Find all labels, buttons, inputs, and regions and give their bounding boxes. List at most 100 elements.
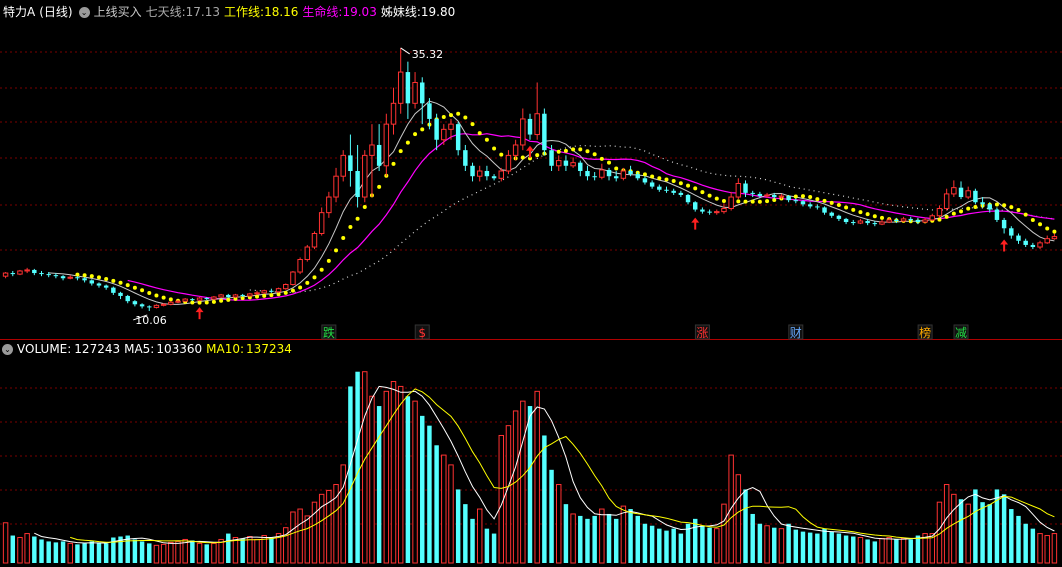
- candle-body: [1009, 228, 1014, 236]
- work-line-dot: [973, 204, 978, 209]
- buy-arrow-icon: [195, 307, 204, 313]
- volume-bar: [578, 515, 583, 563]
- candle-body: [491, 176, 497, 179]
- candle-body: [685, 194, 691, 203]
- candle-body: [390, 102, 397, 125]
- volume-bar: [46, 541, 51, 563]
- work-line-dot: [398, 149, 403, 154]
- work-line-dot: [1052, 229, 1057, 234]
- candle-body: [1037, 242, 1043, 248]
- work-line-dot: [118, 280, 123, 285]
- volume-bar: [512, 410, 519, 564]
- volume-bar: [987, 504, 992, 563]
- candle-body: [527, 118, 533, 135]
- candle-body: [463, 150, 468, 166]
- candle-body: [635, 174, 640, 179]
- candle-body: [355, 171, 360, 198]
- candle-body: [570, 162, 576, 167]
- candle-body: [153, 304, 160, 308]
- candle-body: [383, 123, 390, 167]
- work-line-dot: [448, 113, 453, 118]
- work-line-dot: [89, 274, 94, 279]
- volume-bar: [778, 528, 785, 564]
- work-line-dot: [607, 160, 612, 165]
- candle-body: [743, 183, 748, 193]
- volume-bar: [592, 515, 597, 563]
- event-marker-label: 减: [955, 326, 967, 340]
- candle-body: [520, 118, 526, 146]
- work-line-dot: [836, 202, 841, 207]
- work-line-dot: [800, 194, 805, 199]
- volume-bar: [980, 502, 985, 563]
- seven-day-line: [48, 100, 1055, 305]
- work-line-dot: [262, 293, 267, 298]
- work-line-dot: [851, 207, 856, 212]
- volume-bar: [879, 537, 885, 564]
- volume-bar: [355, 371, 360, 563]
- work-line-dot: [664, 177, 669, 182]
- work-line-dot: [707, 193, 712, 198]
- work-line-dot: [937, 217, 942, 222]
- candle-body: [908, 218, 913, 220]
- work-line-dot: [686, 183, 691, 188]
- candle-body: [190, 299, 195, 301]
- volume-bar: [851, 536, 856, 563]
- volume-bar: [362, 371, 368, 564]
- candle-body: [67, 276, 73, 279]
- volume-bar: [333, 484, 339, 564]
- candle-body: [678, 192, 684, 195]
- work-line-dot: [944, 214, 949, 219]
- volume-bar: [613, 518, 619, 563]
- volume-bar: [412, 400, 418, 564]
- candle-body: [1001, 219, 1007, 229]
- work-line-dot: [757, 199, 762, 204]
- candle-body: [692, 202, 698, 210]
- candle-body: [297, 259, 303, 273]
- candle-body: [657, 186, 662, 190]
- volume-bar: [290, 511, 296, 564]
- work-line-dot: [341, 236, 346, 241]
- work-line-dot: [82, 273, 87, 278]
- volume-bar: [556, 484, 562, 564]
- volume-bar: [139, 541, 145, 563]
- volume-bar: [721, 503, 727, 564]
- work-line-dot: [140, 288, 145, 293]
- buy-arrow-icon: [1000, 239, 1009, 245]
- candle-body: [261, 290, 267, 294]
- work-line-dot: [808, 194, 813, 199]
- volume-bar: [10, 535, 16, 563]
- work-line-dot: [592, 152, 597, 157]
- volume-bar: [376, 406, 382, 563]
- volume-bar: [390, 381, 397, 564]
- candle-body: [132, 301, 138, 305]
- candle-body: [613, 176, 619, 179]
- candle-body: [39, 273, 44, 275]
- work-line-dot: [959, 209, 964, 214]
- work-line-dot: [599, 156, 604, 161]
- volume-bar: [757, 523, 763, 563]
- candle-body: [556, 160, 562, 167]
- work-line-dot: [880, 215, 884, 220]
- candle-body: [800, 201, 806, 205]
- volume-bar: [470, 518, 475, 563]
- volume-bar: [24, 533, 30, 564]
- volume-bar: [1023, 523, 1028, 563]
- work-line-dot: [1009, 205, 1014, 210]
- volume-bar: [563, 504, 569, 563]
- work-line-dot: [484, 137, 489, 142]
- volume-bar: [527, 406, 533, 563]
- work-line-dot: [290, 288, 295, 293]
- work-line-dot: [161, 295, 166, 300]
- candle-body: [671, 190, 676, 193]
- candle-body: [455, 124, 461, 151]
- work-line-dot: [678, 181, 683, 186]
- work-line-dot: [563, 148, 568, 153]
- candle-body: [757, 193, 763, 196]
- candle-body: [448, 123, 454, 130]
- volume-bar: [520, 400, 526, 564]
- candle-body: [147, 306, 152, 308]
- work-line-dot: [319, 267, 324, 272]
- stock-chart[interactable]: 跌 $ 涨 财 榜 减 35.32 10.06: [0, 0, 1062, 567]
- candle-body: [24, 269, 30, 272]
- volume-bar: [657, 528, 662, 563]
